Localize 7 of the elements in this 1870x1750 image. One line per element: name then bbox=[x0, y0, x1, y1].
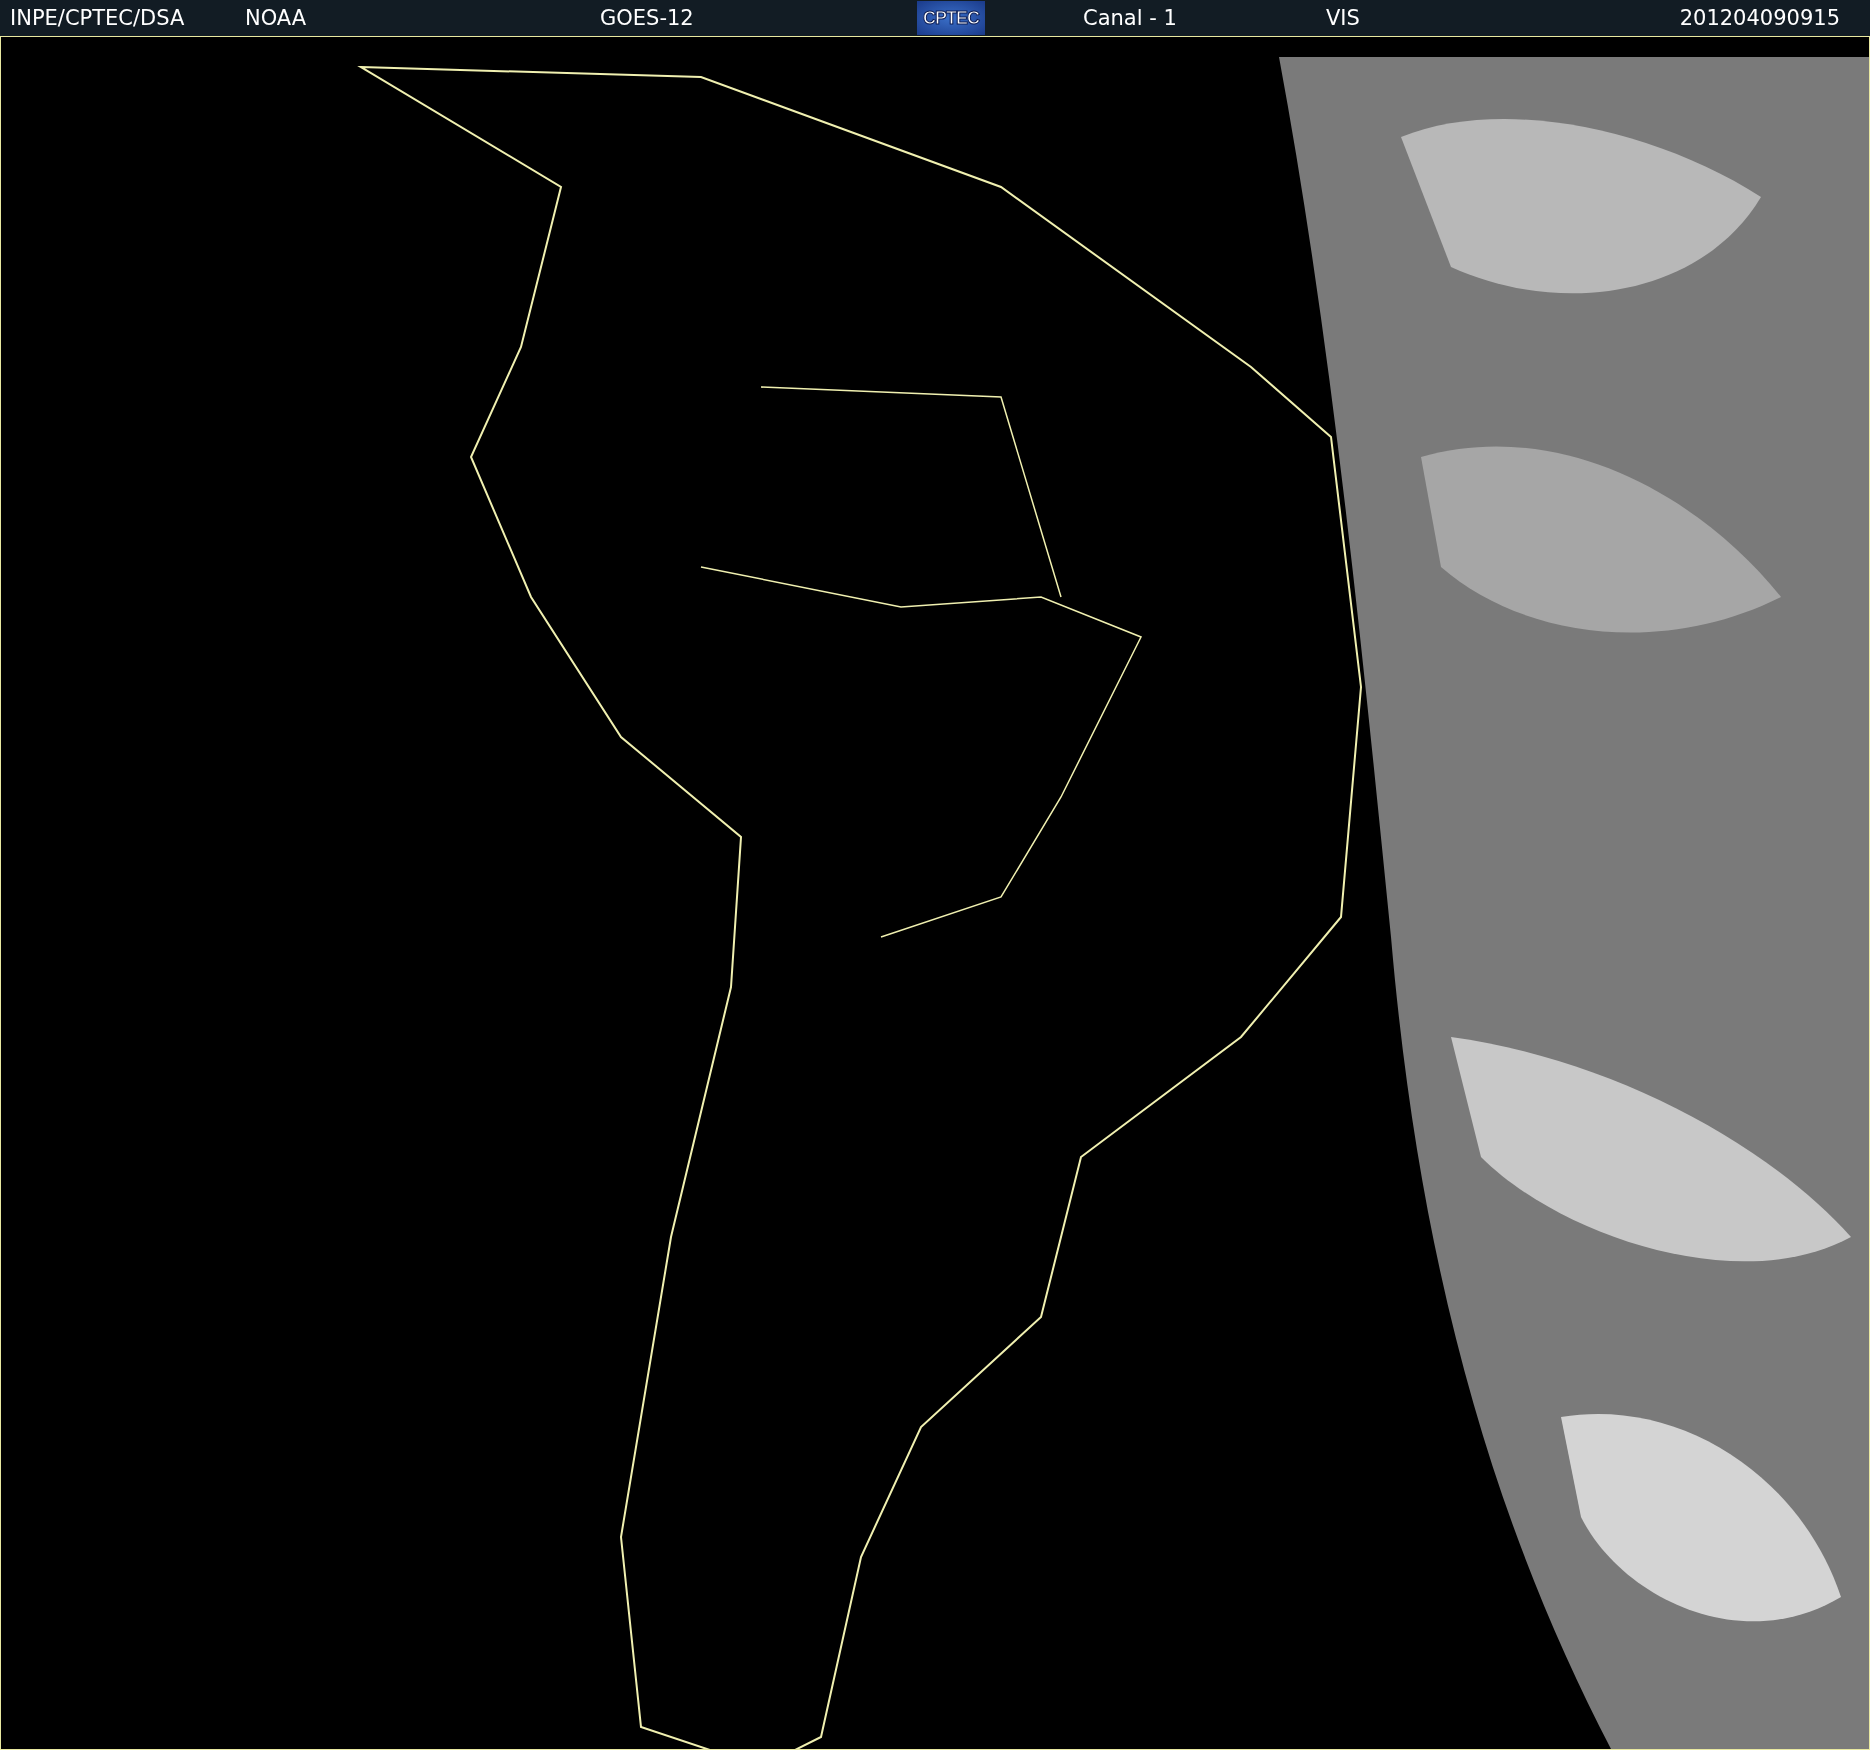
logo: CPTEC bbox=[917, 1, 985, 35]
header-label: Canal - 1 bbox=[1083, 6, 1178, 30]
header-label: 201204090915 bbox=[1679, 6, 1840, 30]
header-label: VIS bbox=[1326, 6, 1361, 30]
header-label: GOES-12 bbox=[600, 6, 695, 30]
header-label: INPE/CPTEC/DSA bbox=[10, 6, 186, 30]
header-label: NOAA bbox=[245, 6, 308, 30]
